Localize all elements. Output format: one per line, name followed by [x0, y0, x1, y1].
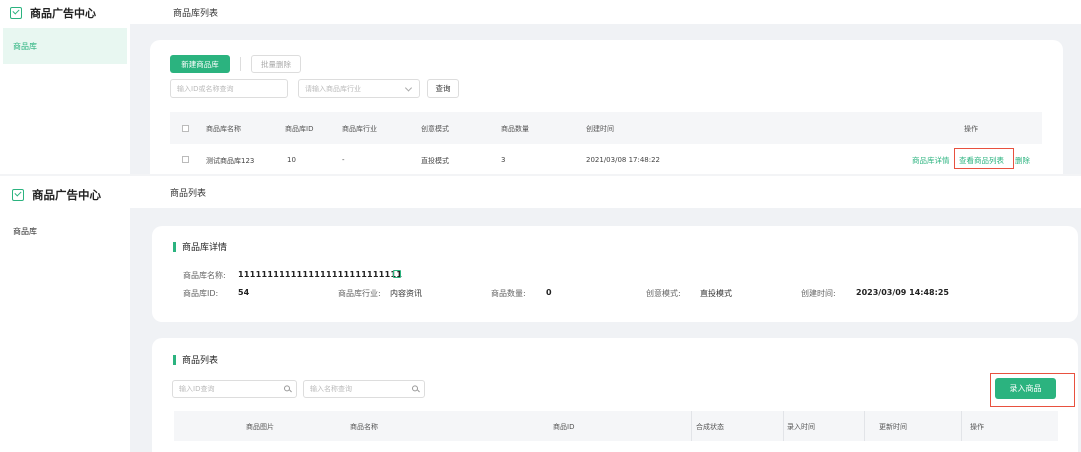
count-label: 商品数量:	[491, 289, 526, 298]
col-header-name: 商品名称	[350, 423, 378, 431]
app-logo: 商品广告中心	[0, 0, 130, 26]
cell-mode: 直投模式	[421, 157, 449, 165]
cell-created: 2021/03/08 17:48:22	[586, 156, 661, 164]
id-name-search-input[interactable]: 输入ID或名称查询	[170, 79, 288, 98]
highlight-box	[990, 373, 1075, 407]
table-header: 商品图片 商品名称 商品ID 合成状态 录入时间 更新时间 操作	[174, 411, 1058, 441]
table-row: 测试商品库123 10 - 直投模式 3 2021/03/08 17:48:22…	[170, 144, 1042, 174]
screen-product-library-list: 商品广告中心 商品库 商品库列表 新建商品库 批量删除 输入ID或名称查询 请输…	[0, 0, 1081, 174]
cell-industry: -	[342, 156, 345, 164]
toolbar-divider	[240, 57, 241, 71]
col-divider	[864, 411, 865, 441]
library-detail-card: 商品库详情 商品库名称: 111111111111111111111111111…	[152, 226, 1078, 322]
placeholder: 请输入商品库行业	[305, 84, 361, 93]
sidebar-item-product-library[interactable]: 商品库	[3, 28, 127, 64]
cell-name: 测试商品库123	[206, 157, 255, 165]
col-header-update-time: 更新时间	[879, 423, 907, 431]
sidebar-item-label: 商品库	[13, 41, 37, 51]
select-all-checkbox[interactable]	[182, 125, 189, 132]
col-header-name: 商品库名称	[206, 125, 241, 133]
col-header-synthesis-status: 合成状态	[696, 423, 724, 431]
search-icon[interactable]	[412, 385, 418, 392]
header: 商品库列表	[130, 0, 1081, 24]
cell-count: 3	[501, 156, 506, 164]
name-value: 1111111111111111111111111111	[238, 270, 403, 279]
library-list-card: 新建商品库 批量删除 输入ID或名称查询 请输入商品库行业 查询 商品库名称 商…	[150, 40, 1063, 174]
cell-id: 10	[287, 156, 296, 164]
highlight-box	[954, 148, 1014, 169]
industry-value: 内容资讯	[390, 289, 422, 298]
list-section-title: 商品列表	[173, 353, 218, 366]
app-title: 商品广告中心	[32, 188, 101, 202]
col-divider	[961, 411, 962, 441]
sidebar: 商品广告中心 商品库	[0, 176, 130, 452]
section-title-text: 商品列表	[182, 356, 219, 366]
new-library-button[interactable]: 新建商品库	[170, 55, 230, 73]
col-header-count: 商品数量	[501, 125, 529, 133]
detail-section-title: 商品库详情	[173, 240, 227, 253]
id-label: 商品库ID:	[183, 289, 219, 298]
col-header-industry: 商品库行业	[342, 125, 377, 133]
product-list-card: 商品列表 输入ID查询 输入名称查询 录入商品 商品图片 商品名称 商品ID 合…	[152, 338, 1078, 452]
col-header-mode: 创意模式	[421, 125, 449, 133]
col-header-id: 商品库ID	[285, 125, 314, 133]
delete-link[interactable]: 删除	[1015, 155, 1030, 166]
search-icon[interactable]	[284, 385, 290, 392]
col-divider	[691, 411, 692, 441]
industry-select[interactable]: 请输入商品库行业	[298, 79, 420, 98]
placeholder: 输入ID查询	[179, 385, 215, 393]
shopping-bag-icon	[10, 7, 22, 19]
sidebar-item-label: 商品库	[13, 226, 37, 236]
shopping-bag-icon	[12, 189, 24, 201]
library-detail-link[interactable]: 商品库详情	[912, 155, 950, 166]
col-header-image: 商品图片	[246, 423, 274, 431]
placeholder: 输入ID或名称查询	[177, 84, 234, 93]
chevron-down-icon	[404, 83, 413, 92]
id-value: 54	[238, 288, 250, 297]
table-header: 商品库名称 商品库ID 商品库行业 创意模式 商品数量 创建时间 操作	[170, 112, 1042, 144]
query-button[interactable]: 查询	[427, 79, 459, 98]
col-header-created: 创建时间	[586, 125, 614, 133]
page-title: 商品列表	[170, 188, 207, 199]
section-title-text: 商品库详情	[182, 243, 228, 253]
created-label: 创建时间:	[801, 289, 836, 298]
created-value: 2023/03/09 14:48:25	[856, 288, 949, 297]
row-checkbox[interactable]	[182, 156, 189, 163]
sidebar-item-product-library[interactable]: 商品库	[3, 214, 127, 248]
accent-bar	[173, 354, 176, 365]
col-header-actions: 操作	[964, 125, 978, 133]
col-header-entry-time: 录入时间	[787, 423, 815, 431]
sidebar: 商品广告中心 商品库	[0, 0, 130, 174]
product-name-search-input[interactable]: 输入名称查询	[303, 380, 425, 398]
mode-label: 创意模式:	[646, 289, 681, 298]
col-header-actions: 操作	[970, 423, 984, 431]
name-label: 商品库名称:	[183, 271, 226, 280]
accent-bar	[173, 241, 176, 252]
app-logo: 商品广告中心	[0, 176, 130, 214]
app-title: 商品广告中心	[30, 7, 96, 20]
col-header-id: 商品ID	[553, 423, 575, 431]
edit-icon[interactable]	[393, 270, 401, 278]
placeholder: 输入名称查询	[310, 385, 352, 393]
product-id-search-input[interactable]: 输入ID查询	[172, 380, 297, 398]
col-divider	[783, 411, 784, 441]
batch-delete-button[interactable]: 批量删除	[251, 55, 301, 73]
page-title: 商品库列表	[173, 8, 219, 19]
header: 商品列表	[130, 176, 1081, 208]
screen-product-list: 商品广告中心 商品库 商品列表 商品库详情 商品库名称: 11111111111…	[0, 176, 1081, 452]
mode-value: 直投模式	[700, 289, 732, 298]
industry-label: 商品库行业:	[338, 289, 381, 298]
count-value: 0	[546, 288, 552, 297]
